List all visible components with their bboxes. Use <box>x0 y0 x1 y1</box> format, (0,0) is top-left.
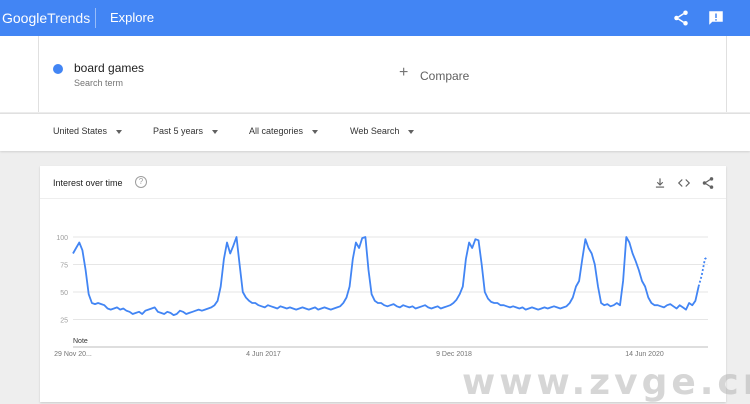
card-header: Interest over time ? <box>40 166 726 199</box>
y-tick-label: 100 <box>56 235 68 242</box>
compare-card[interactable]: + Compare <box>383 36 727 112</box>
compare-label: Compare <box>420 69 470 83</box>
category-filter[interactable]: All categories <box>249 126 319 136</box>
region-filter[interactable]: United States <box>53 126 123 136</box>
category-filter-label: All categories <box>249 126 304 136</box>
filter-bar: United States Past 5 years All categorie… <box>0 113 750 151</box>
y-tick-label: 25 <box>60 318 68 325</box>
page-title: Explore <box>110 10 155 25</box>
x-tick-label: 4 Jun 2017 <box>246 351 281 358</box>
y-tick-label: 75 <box>60 263 68 270</box>
logo-google-text: Google <box>2 10 48 26</box>
chevron-down-icon <box>312 129 319 134</box>
property-filter-label: Web Search <box>350 126 400 136</box>
add-icon: + <box>399 64 409 81</box>
x-tick-label: 14 Jun 2020 <box>625 351 664 358</box>
interest-series-partial-line <box>697 256 709 287</box>
header-divider <box>95 8 96 28</box>
help-icon[interactable]: ? <box>135 176 147 188</box>
search-term-type: Search term <box>74 78 124 88</box>
embed-icon[interactable] <box>677 176 691 190</box>
feedback-icon[interactable] <box>707 9 725 27</box>
x-tick-label: 9 Dec 2018 <box>436 351 472 358</box>
property-filter[interactable]: Web Search <box>350 126 415 136</box>
share-icon[interactable] <box>701 176 715 190</box>
logo-trends-text: Trends <box>47 10 91 26</box>
share-icon[interactable] <box>672 9 690 27</box>
x-tick-label: 29 Nov 20... <box>54 351 92 358</box>
series-color-dot <box>53 64 63 74</box>
chevron-down-icon <box>408 129 415 134</box>
note-annotation: Note <box>73 338 88 345</box>
google-trends-logo[interactable]: GoogleTrends <box>2 9 90 27</box>
card-title: Interest over time <box>53 178 123 188</box>
download-icon[interactable] <box>653 176 667 190</box>
region-filter-label: United States <box>53 126 108 136</box>
search-term-card[interactable]: board games Search term <box>38 36 384 112</box>
watermark: www.zvge.cn <box>462 362 750 403</box>
time-filter[interactable]: Past 5 years <box>153 126 219 136</box>
time-filter-label: Past 5 years <box>153 126 204 136</box>
top-app-bar: GoogleTrends Explore <box>0 0 750 36</box>
interest-series-line <box>72 236 700 316</box>
chevron-down-icon <box>212 129 219 134</box>
search-term-label[interactable]: board games <box>74 61 144 75</box>
chevron-down-icon <box>116 129 123 134</box>
y-tick-label: 50 <box>60 290 68 297</box>
